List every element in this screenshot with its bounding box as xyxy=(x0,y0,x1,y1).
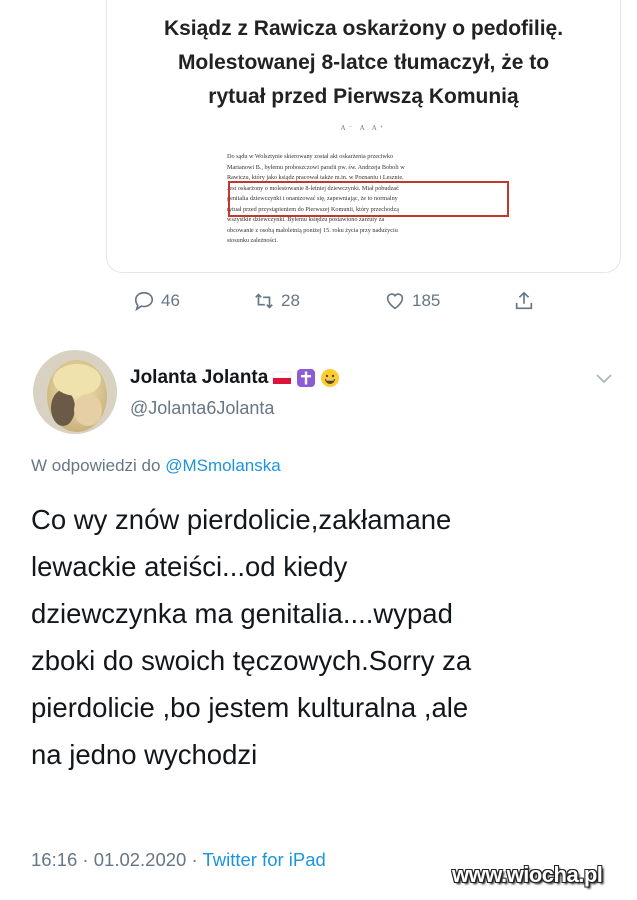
article-title: Ksiądz z Rawicza oskarżony o pedofilię. … xyxy=(107,12,620,114)
retweet-count: 28 xyxy=(281,291,300,310)
tweet-text-line: lewackie ateiści...od kiedy xyxy=(31,551,348,582)
tweet-timestamp[interactable]: 16:16 · 01.02.2020 · xyxy=(31,849,202,870)
tweet-text-line: dziewczynka ma genitalia....wypad xyxy=(31,598,453,629)
article-title-line: Ksiądz z Rawicza oskarżony o pedofilię. xyxy=(163,17,564,40)
tweet-text-line: pierdolicie ,bo jestem kulturalna ,ale xyxy=(31,692,469,723)
article-body-line: Do sądu w Wolsztynie skierowany został a… xyxy=(227,153,394,160)
reply-button[interactable]: 46 xyxy=(133,286,180,316)
watermark: www.wiocha.pl xyxy=(452,862,603,887)
tweet-meta: 16:16 · 01.02.2020 · Twitter for iPad xyxy=(31,849,326,871)
reply-context: W odpowiedzi do @MSmolanska xyxy=(31,456,281,476)
article-body-line: Marianowi B., byłemu proboszczowi parafi… xyxy=(227,163,405,171)
article-body-line: stosunku zależności. xyxy=(227,237,278,244)
highlight-box xyxy=(228,181,509,217)
tweet-text-line: na jedno wychodzi xyxy=(31,739,258,770)
font-size-controls[interactable]: A⁻ A A⁺ xyxy=(107,124,620,132)
chevron-down-icon[interactable] xyxy=(594,372,614,386)
article-body-line: obcowanie z osobą małoletnią poniżej 15.… xyxy=(227,226,398,234)
tweet-source-link[interactable]: Twitter for iPad xyxy=(202,849,325,870)
like-button[interactable]: 185 xyxy=(384,286,440,316)
quoted-article-card[interactable]: Ksiądz z Rawicza oskarżony o pedofilię. … xyxy=(106,0,621,273)
reply-icon xyxy=(134,291,154,312)
reply-prefix: W odpowiedzi do xyxy=(31,456,166,475)
heart-icon xyxy=(386,293,404,310)
action-bar: 46 28 185 xyxy=(0,286,637,316)
share-button[interactable] xyxy=(513,286,535,316)
tweet-text: Co wy znów pierdolicie,zakłamane lewacki… xyxy=(31,496,621,778)
user-handle[interactable]: @Jolanta6Jolanta xyxy=(130,398,274,419)
share-icon xyxy=(515,291,533,310)
tweet-text-line: zboki do swoich tęczowych.Sorry za xyxy=(31,645,472,676)
cross-icon xyxy=(297,369,316,387)
like-count: 185 xyxy=(412,291,441,310)
tweet-text-line: Co wy znów pierdolicie,zakłamane xyxy=(31,504,452,535)
grinning-face-icon xyxy=(321,369,340,387)
retweet-icon xyxy=(255,293,273,309)
retweet-button[interactable]: 28 xyxy=(253,286,300,316)
article-title-line: Molestowanej 8-latce tłumaczył, że to xyxy=(177,51,550,74)
poland-flag-icon xyxy=(273,371,292,384)
article-title-line: rytuał przed Pierwszą Komunią xyxy=(208,85,519,108)
avatar[interactable] xyxy=(33,350,117,434)
display-name[interactable]: Jolanta Jolanta xyxy=(130,367,340,389)
avatar-image xyxy=(33,350,117,434)
display-name-text: Jolanta Jolanta xyxy=(130,367,269,388)
reply-count: 46 xyxy=(161,291,180,310)
reply-mention-link[interactable]: @MSmolanska xyxy=(165,456,281,475)
